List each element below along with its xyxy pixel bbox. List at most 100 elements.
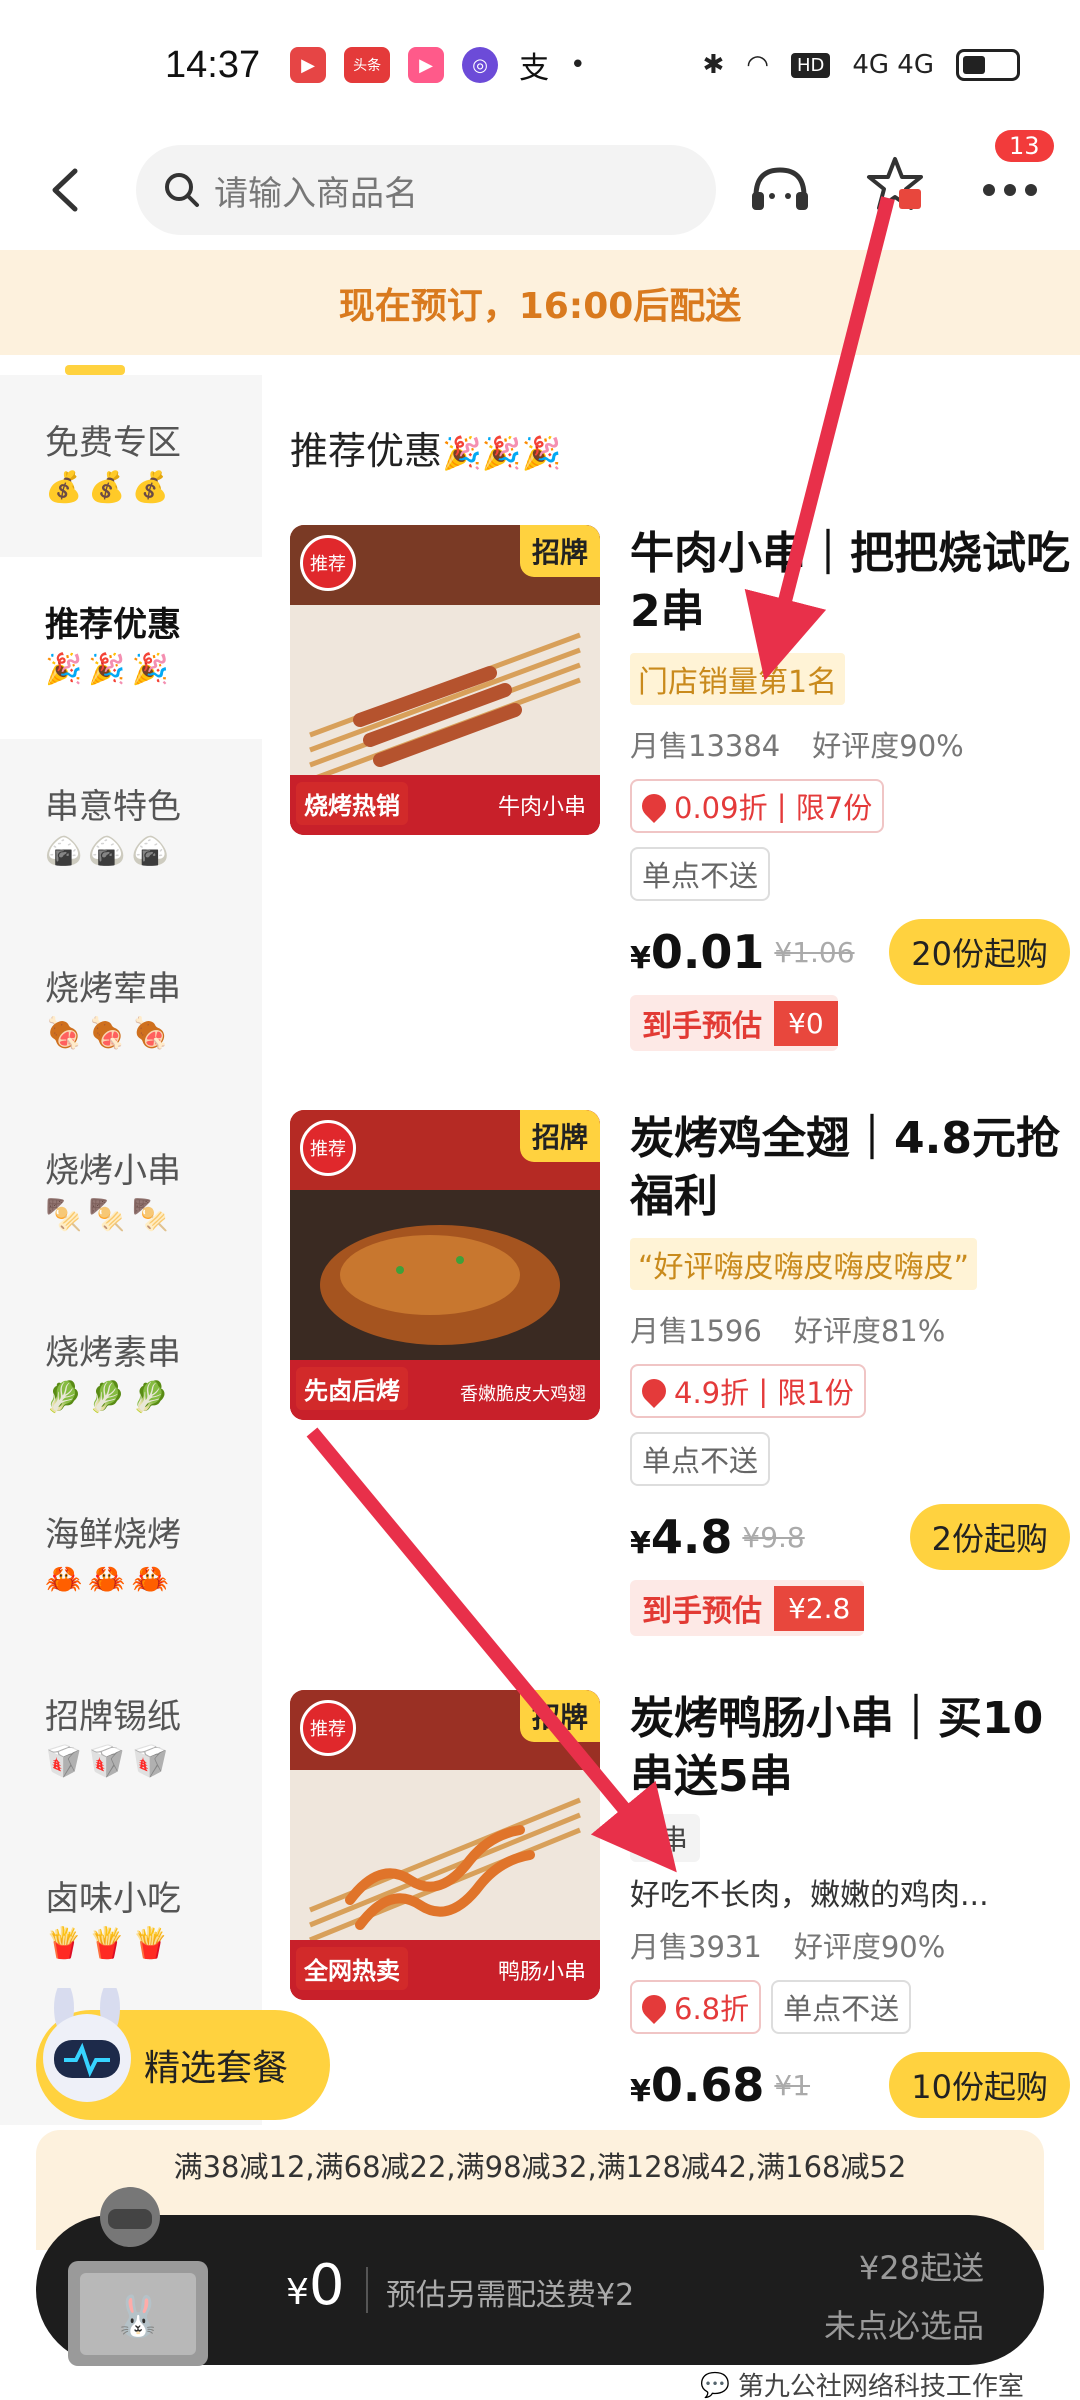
no-single-delivery-tag: 单点不送	[630, 1432, 771, 1486]
min-purchase-button[interactable]: 20份起购	[889, 919, 1070, 985]
sidebar-item-foil[interactable]: 招牌锡纸 🥡🥡🥡	[0, 1649, 262, 1831]
image-caption-left: 全网热卖	[296, 1947, 408, 1990]
sales-stats: 月售13384 好评度90%	[630, 723, 1070, 765]
status-indicators: ✱ ◠ HD 4G 4G	[702, 49, 1020, 81]
image-caption-left: 先卤后烤	[296, 1367, 408, 1410]
unit-label: 1串	[630, 1814, 700, 1862]
monthly-sales: 月售3931	[630, 1930, 762, 1964]
discount-tag: 0.09折 | 限7份	[630, 779, 885, 833]
circle-app-icon: ◎	[462, 47, 499, 83]
product-card[interactable]: 推荐 招牌 烧烤热销 牛肉小串 牛肉小串｜把把烧试吃2串 门店销量第1名 月售1…	[290, 525, 1070, 1051]
product-card[interactable]: 推荐 招牌 先卤后烤 香嫩脆皮大鸡翅 炭烤鸡全翅｜4.8元抢福利 “好评嗨皮嗨皮…	[290, 1110, 1070, 1636]
promo-tags: 4.9折 | 限1份	[630, 1364, 1070, 1418]
sidebar-item-snacks[interactable]: 卤味小吃 🍟🍟🍟	[0, 1831, 262, 2013]
party-popper-icon: 🎉🎉🎉	[45, 652, 176, 687]
leafy-green-icon: 🥬🥬🥬	[45, 1380, 176, 1415]
price: ¥4.8	[630, 1510, 733, 1564]
product-info: 牛肉小串｜把把烧试吃2串 门店销量第1名 月售13384 好评度90% 0.09…	[630, 525, 1070, 1051]
no-single-delivery-tag: 单点不送	[771, 1980, 912, 2034]
customer-service-icon[interactable]	[745, 155, 815, 225]
estimate-value: ¥0	[774, 1000, 838, 1046]
estimated-price: 到手预估 ¥2.8	[630, 1580, 865, 1636]
review-quote: “好评嗨皮嗨皮嗨皮嗨皮”	[630, 1238, 978, 1290]
min-order-label: ¥28起送	[858, 2249, 984, 2287]
required-item-note: 未点必选品	[823, 2307, 984, 2345]
section-title: 推荐优惠🎉🎉🎉	[290, 420, 562, 475]
skewer-icon: 🍢🍢🍢	[45, 1198, 176, 1233]
promo-tags: 6.8折 单点不送	[630, 1980, 1070, 2034]
recommend-stamp: 推荐	[300, 1700, 356, 1756]
rice-ball-icon: 🍙🍙🍙	[45, 834, 176, 869]
signature-tag: 招牌	[519, 1110, 600, 1162]
scroll-indicator	[65, 365, 125, 375]
sidebar-item-label: 烧烤荤串	[45, 969, 181, 1009]
music-app-icon: ▶	[408, 47, 445, 83]
min-purchase-button[interactable]: 10份起购	[889, 2052, 1070, 2118]
cart-total: ¥0	[286, 2253, 345, 2318]
discount-tag: 6.8折	[630, 1980, 762, 2034]
back-button[interactable]	[30, 155, 100, 225]
status-time: 14:37	[165, 43, 261, 86]
status-bar: 14:37 ▶ 头条 ▶ ◎ 支 • ✱ ◠ HD 4G 4G	[0, 0, 1080, 130]
sidebar-item-small-skewers[interactable]: 烧烤小串 🍢🍢🍢	[0, 1103, 262, 1285]
product-image[interactable]: 推荐 招牌 烧烤热销 牛肉小串	[290, 525, 600, 835]
robot-mascot-icon	[43, 1988, 131, 2102]
min-purchase-button[interactable]: 2份起购	[909, 1504, 1070, 1570]
sidebar-item-label: 推荐优惠	[45, 605, 181, 645]
image-caption-left: 烧烤热销	[296, 782, 408, 825]
bluetooth-icon: ✱	[702, 50, 725, 80]
product-image[interactable]: 推荐 招牌 先卤后烤 香嫩脆皮大鸡翅	[290, 1110, 600, 1420]
sidebar-item-veg-skewers[interactable]: 烧烤素串 🥬🥬🥬	[0, 1285, 262, 1467]
sidebar-item-specialty[interactable]: 串意特色 🍙🍙🍙	[0, 739, 262, 921]
discount-tag-icon	[637, 1374, 671, 1408]
product-title[interactable]: 炭烤鸭肠小串｜买10串送5串	[630, 1690, 1070, 1806]
sidebar-item-free[interactable]: 免费专区 💰💰💰	[0, 375, 262, 557]
cart-divider	[366, 2267, 368, 2313]
banner-text: 现在预订，16:00后配送	[338, 285, 742, 327]
category-sidebar: 免费专区 💰💰💰 推荐优惠 🎉🎉🎉 串意特色 🍙🍙🍙 烧烤荤串 🍖🍖🍖 烧烤小串…	[0, 375, 262, 2125]
more-menu-icon[interactable]	[975, 155, 1045, 225]
status-app-icons: ▶ 头条 ▶ ◎ 支 •	[290, 47, 585, 86]
estimate-label: 到手预估	[642, 1594, 762, 1629]
signature-tag: 招牌	[519, 1690, 600, 1742]
price-row: ¥4.8 ¥9.8 2份起购	[630, 1504, 1070, 1570]
sidebar-item-recommended[interactable]: 推荐优惠 🎉🎉🎉	[0, 557, 262, 739]
sidebar-item-meat-skewers[interactable]: 烧烤荤串 🍖🍖🍖	[0, 921, 262, 1103]
sidebar-item-label: 烧烤小串	[45, 1151, 181, 1191]
discount-tag-icon	[637, 789, 671, 823]
monthly-sales: 月售13384	[630, 729, 781, 763]
sidebar-item-seafood[interactable]: 海鲜烧烤 🦀🦀🦀	[0, 1467, 262, 1649]
set-meal-label: 精选套餐	[144, 2048, 289, 2089]
product-card[interactable]: 推荐 招牌 全网热卖 鸭肠小串 炭烤鸭肠小串｜买10串送5串 1串 好吃不长肉，…	[290, 1690, 1070, 2130]
monthly-sales: 月售1596	[630, 1314, 762, 1348]
takeout-box-icon: 🥡🥡🥡	[45, 1744, 176, 1779]
party-popper-icon: 🎉🎉🎉	[442, 434, 562, 472]
money-bag-icon: 💰💰💰	[45, 470, 176, 505]
original-price: ¥9.8	[742, 1520, 805, 1554]
delivery-banner: 现在预订，16:00后配送	[0, 250, 1080, 355]
set-meal-button[interactable]: 精选套餐	[36, 1988, 330, 2120]
crab-icon: 🦀🦀🦀	[45, 1562, 176, 1597]
notification-badge: 13	[995, 130, 1054, 162]
sales-rank-badge: 门店销量第1名	[630, 653, 846, 705]
price-row: ¥0.68 ¥1 10份起购	[630, 2052, 1070, 2118]
rating: 好评度90%	[793, 1930, 946, 1964]
product-title[interactable]: 牛肉小串｜把把烧试吃2串	[630, 525, 1070, 641]
price: ¥0.68	[630, 2058, 765, 2112]
product-title[interactable]: 炭烤鸡全翅｜4.8元抢福利	[630, 1110, 1070, 1226]
price-row: ¥0.01 ¥1.06 20份起购	[630, 919, 1070, 985]
product-image[interactable]: 推荐 招牌 全网热卖 鸭肠小串	[290, 1690, 600, 2000]
watermark: 💬 第九公社网络科技工作室	[700, 2366, 1024, 2400]
sidebar-item-label: 烧烤素串	[45, 1333, 181, 1373]
watermark-text: 第九公社网络科技工作室	[737, 2372, 1024, 2400]
search-input[interactable]: 请输入商品名	[136, 145, 716, 235]
no-single-delivery-tag: 单点不送	[630, 847, 771, 901]
courier-cart-icon[interactable]: 🐰	[60, 2175, 220, 2370]
favorite-star-icon[interactable]	[860, 150, 930, 220]
estimate-value: ¥2.8	[774, 1585, 865, 1631]
image-caption-right: 鸭肠小串	[497, 1960, 586, 1985]
sales-stats: 月售1596 好评度81%	[630, 1308, 1070, 1350]
wechat-icon: 💬	[700, 2370, 730, 2399]
meat-icon: 🍖🍖🍖	[45, 1016, 176, 1051]
original-price: ¥1.06	[774, 935, 855, 969]
